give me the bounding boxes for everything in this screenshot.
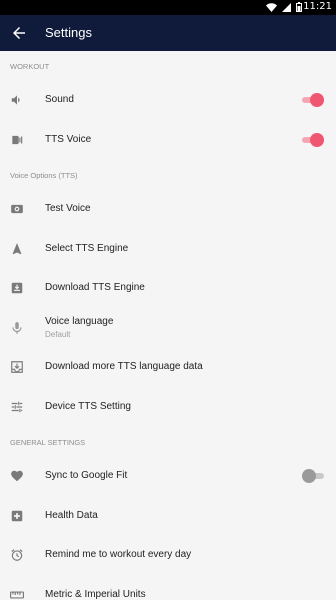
status-icons [266,2,302,12]
select-tts-engine-setting[interactable]: Select TTS Engine [0,230,336,270]
google-fit-setting[interactable]: Sync to Google Fit [0,457,336,497]
sound-label: Sound [45,94,74,105]
download-language-data-setting[interactable]: Download more TTS language data [0,348,336,388]
sound-toggle[interactable] [302,93,324,107]
heart-icon [11,470,23,482]
tts-voice-label: TTS Voice [45,133,92,145]
tts-voice-toggle[interactable] [302,132,324,147]
settings-list[interactable]: WORKOUT Sound TTS Voice Voice Options (T… [0,51,336,600]
signal-icon [282,2,291,12]
download-tts-engine-label: Download TTS Engine [45,282,145,293]
units-setting[interactable]: Metric & Imperial Units [0,576,336,600]
workout-reminder-setting[interactable]: Remind me to workout every day [0,536,336,576]
device-tts-setting-label: Device TTS Setting [45,400,131,412]
page-title: Settings [45,25,92,40]
wifi-icon [266,2,277,12]
download-tray-icon [11,361,23,373]
ruler-icon [10,591,24,598]
tts-voice-icon [12,135,23,144]
section-header-voice-options: Voice Options (TTS) [10,171,78,180]
voice-language-label: Voice language [45,315,114,327]
test-voice-setting[interactable]: Test Voice [0,190,336,230]
google-fit-label: Sync to Google Fit [45,470,128,481]
voice-language-value: Default [45,329,71,339]
select-tts-engine-label: Select TTS Engine [45,242,129,254]
back-arrow-icon[interactable] [10,24,28,42]
medical-plus-icon [11,510,23,521]
sound-setting[interactable]: Sound [0,81,336,121]
section-header-workout: WORKOUT [10,62,50,71]
status-time: 11:21 [303,1,332,12]
battery-icon [296,2,302,12]
device-tts-setting[interactable]: Device TTS Setting [0,388,336,428]
units-label: Metric & Imperial Units [45,588,146,600]
test-voice-icon [11,204,23,214]
download-tts-engine-setting[interactable]: Download TTS Engine [0,269,336,309]
microphone-icon [12,321,22,334]
download-engine-icon [11,282,23,294]
app-bar: Settings [0,15,336,51]
health-data-setting[interactable]: Health Data [0,497,336,537]
navigation-arrow-icon [12,242,22,254]
test-voice-label: Test Voice [45,203,91,214]
status-bar: 11:21 [0,0,336,15]
download-language-data-label: Download more TTS language data [45,361,203,372]
alarm-clock-icon [11,549,23,561]
google-fit-toggle[interactable] [302,469,324,483]
health-data-label: Health Data [45,509,98,521]
voice-language-setting[interactable]: Voice language Default [0,309,336,349]
tune-icon [11,401,23,412]
workout-reminder-label: Remind me to workout every day [45,549,192,560]
speaker-icon [11,95,20,105]
tts-voice-setting[interactable]: TTS Voice [0,121,336,161]
section-header-general: GENERAL SETTINGS [10,438,86,447]
